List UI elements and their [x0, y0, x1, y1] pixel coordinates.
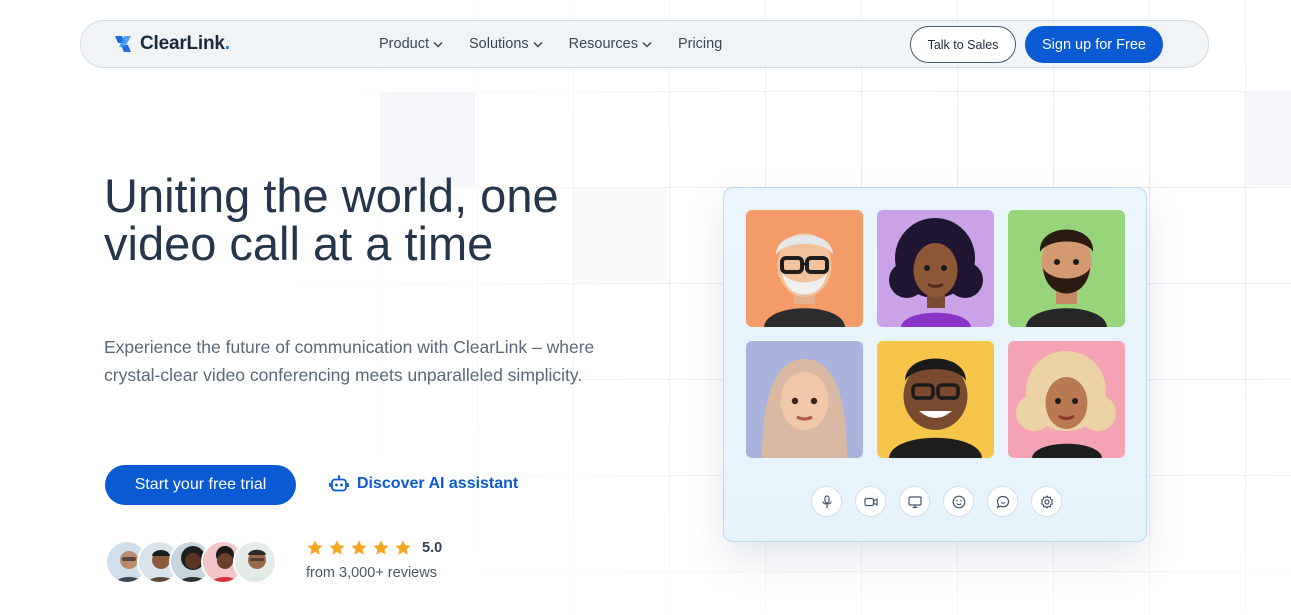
participant-hijab-woman	[746, 341, 863, 458]
nav-item-resources[interactable]: Resources	[569, 36, 652, 52]
nav-item-pricing[interactable]: Pricing	[678, 36, 722, 52]
rating-summary: 5.0 from 3,000+ reviews	[306, 539, 442, 581]
talk-to-sales-button[interactable]: Talk to Sales	[910, 26, 1016, 63]
participant-blonde-woman	[1008, 341, 1125, 458]
brand-logo[interactable]: ClearLink.	[113, 33, 230, 55]
microphone-icon	[821, 494, 832, 508]
chevron-down-icon	[433, 41, 443, 48]
participant-curly-woman	[877, 210, 994, 327]
participant-smiling-man	[877, 341, 994, 458]
top-navbar: ClearLink. Product Solutions Resources P…	[80, 20, 1209, 68]
star-icon	[395, 540, 411, 555]
nav-item-label: Product	[379, 36, 429, 52]
call-controls	[811, 486, 1062, 517]
rating-score: 5.0	[422, 540, 443, 556]
screen-share-button[interactable]	[899, 486, 930, 517]
star-icon	[373, 540, 389, 555]
emoji-button[interactable]	[943, 486, 974, 517]
signup-button[interactable]: Sign up for Free	[1025, 26, 1163, 63]
chevron-down-icon	[533, 41, 543, 48]
discover-ai-assistant-label: Discover AI assistant	[357, 475, 519, 492]
reviews-count: from 3,000+ reviews	[306, 565, 437, 581]
nav-item-product[interactable]: Product	[379, 36, 443, 52]
microphone-button[interactable]	[811, 486, 842, 517]
camera-icon	[863, 497, 878, 506]
clearlink-logo-icon	[115, 36, 131, 52]
grid-cell-fill	[1244, 92, 1291, 186]
camera-button[interactable]	[855, 486, 886, 517]
chat-icon	[996, 495, 1009, 508]
participant-older-man	[746, 210, 863, 327]
start-free-trial-button[interactable]: Start your free trial	[105, 465, 296, 505]
nav-item-solutions[interactable]: Solutions	[469, 36, 543, 52]
star-icon	[351, 540, 367, 555]
participant-bearded-man	[1008, 210, 1125, 327]
grid-cell-fill	[572, 188, 667, 282]
reviewer-avatars	[105, 540, 277, 584]
nav-menu: Product Solutions Resources Pricing	[379, 36, 748, 52]
emoji-icon	[952, 495, 965, 508]
chat-button[interactable]	[987, 486, 1018, 517]
nav-item-label: Resources	[568, 36, 638, 52]
star-icon	[329, 540, 345, 555]
settings-icon	[1040, 494, 1053, 509]
chevron-down-icon	[642, 41, 652, 48]
settings-button[interactable]	[1031, 486, 1062, 517]
discover-ai-assistant-link[interactable]: Discover AI assistant	[329, 475, 518, 493]
brand-name: ClearLink.	[140, 33, 230, 54]
nav-item-label: Solutions	[468, 36, 529, 52]
reviewer-avatar-5	[233, 540, 277, 584]
star-rating: 5.0	[306, 539, 442, 557]
hero-title: Uniting the world, one video call at a t…	[104, 169, 559, 270]
hero-subtitle: Experience the future of communication w…	[104, 337, 595, 385]
star-icon	[307, 540, 323, 555]
robot-icon	[329, 475, 349, 492]
screen-share-icon	[907, 495, 922, 508]
nav-item-label: Pricing	[677, 36, 723, 52]
video-call-preview	[723, 187, 1147, 542]
